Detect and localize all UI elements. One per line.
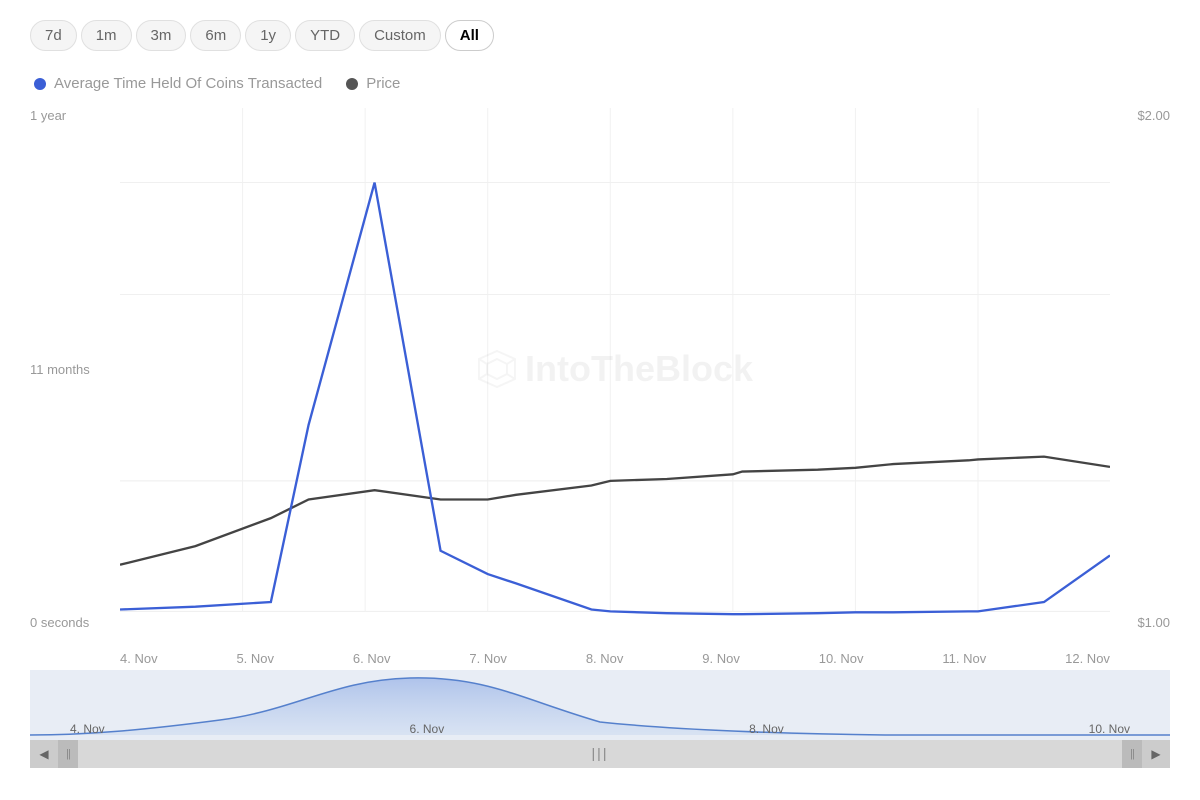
legend-item-price: Price	[346, 75, 400, 92]
scroll-handle-right[interactable]: ||	[1122, 740, 1142, 768]
btn-custom[interactable]: Custom	[359, 20, 441, 51]
y-axis-left: 1 year 11 months 0 seconds	[30, 108, 120, 630]
btn-1m[interactable]: 1m	[81, 20, 132, 51]
scroll-middle-icon: |||	[592, 745, 609, 761]
btn-1y[interactable]: 1y	[245, 20, 291, 51]
y-label-1usd: $1.00	[1137, 615, 1170, 630]
main-chart: 1 year 11 months 0 seconds $2.00 $1.00	[30, 108, 1170, 670]
x-label-10nov: 10. Nov	[819, 651, 864, 666]
x-axis: 4. Nov 5. Nov 6. Nov 7. Nov 8. Nov 9. No…	[120, 630, 1110, 670]
x-label-4nov: 4. Nov	[120, 651, 158, 666]
y-axis-right: $2.00 $1.00	[1110, 108, 1170, 630]
scroll-right-button[interactable]: ▶	[1142, 740, 1170, 768]
x-label-12nov: 12. Nov	[1065, 651, 1110, 666]
navigator-chart: 4. Nov 6. Nov 8. Nov 10. Nov	[30, 670, 1170, 740]
main-container: 7d 1m 3m 6m 1y YTD Custom All Average Ti…	[0, 0, 1200, 800]
chart-svg-container: IntoTheBlock	[120, 108, 1110, 630]
legend-dot-avg-time	[34, 78, 46, 90]
legend-item-avg-time: Average Time Held Of Coins Transacted	[34, 75, 322, 92]
x-label-8nov: 8. Nov	[586, 651, 624, 666]
x-label-6nov: 6. Nov	[353, 651, 391, 666]
navigator-svg	[30, 670, 1170, 740]
navigator-section: 4. Nov 6. Nov 8. Nov 10. Nov ◀ || ||	[30, 670, 1170, 780]
y-label-1year: 1 year	[30, 108, 66, 123]
handle-right-icon: ||	[1130, 748, 1134, 760]
x-label-7nov: 7. Nov	[469, 651, 507, 666]
legend-dot-price	[346, 78, 358, 90]
legend-label-avg-time: Average Time Held Of Coins Transacted	[54, 75, 322, 92]
handle-left-icon: ||	[66, 748, 70, 760]
btn-7d[interactable]: 7d	[30, 20, 77, 51]
time-range-bar: 7d 1m 3m 6m 1y YTD Custom All	[30, 20, 1170, 51]
btn-all[interactable]: All	[445, 20, 494, 51]
y-label-2usd: $2.00	[1137, 108, 1170, 123]
x-label-9nov: 9. Nov	[702, 651, 740, 666]
chart-area: 1 year 11 months 0 seconds $2.00 $1.00	[30, 108, 1170, 780]
legend-label-price: Price	[366, 75, 400, 92]
navigator-scrollbar: ◀ || || ||| ▶	[30, 740, 1170, 768]
y-label-11months: 11 months	[30, 362, 90, 377]
chart-legend: Average Time Held Of Coins Transacted Pr…	[30, 75, 1170, 92]
y-label-0seconds: 0 seconds	[30, 615, 89, 630]
scroll-left-button[interactable]: ◀	[30, 740, 58, 768]
chart-svg	[120, 108, 1110, 630]
btn-3m[interactable]: 3m	[136, 20, 187, 51]
price-line	[120, 457, 1110, 565]
scroll-handle-left[interactable]: ||	[58, 740, 78, 768]
btn-ytd[interactable]: YTD	[295, 20, 355, 51]
avg-time-line	[120, 183, 1110, 615]
x-label-5nov: 5. Nov	[236, 651, 274, 666]
x-label-11nov: 11. Nov	[942, 651, 986, 666]
btn-6m[interactable]: 6m	[190, 20, 241, 51]
